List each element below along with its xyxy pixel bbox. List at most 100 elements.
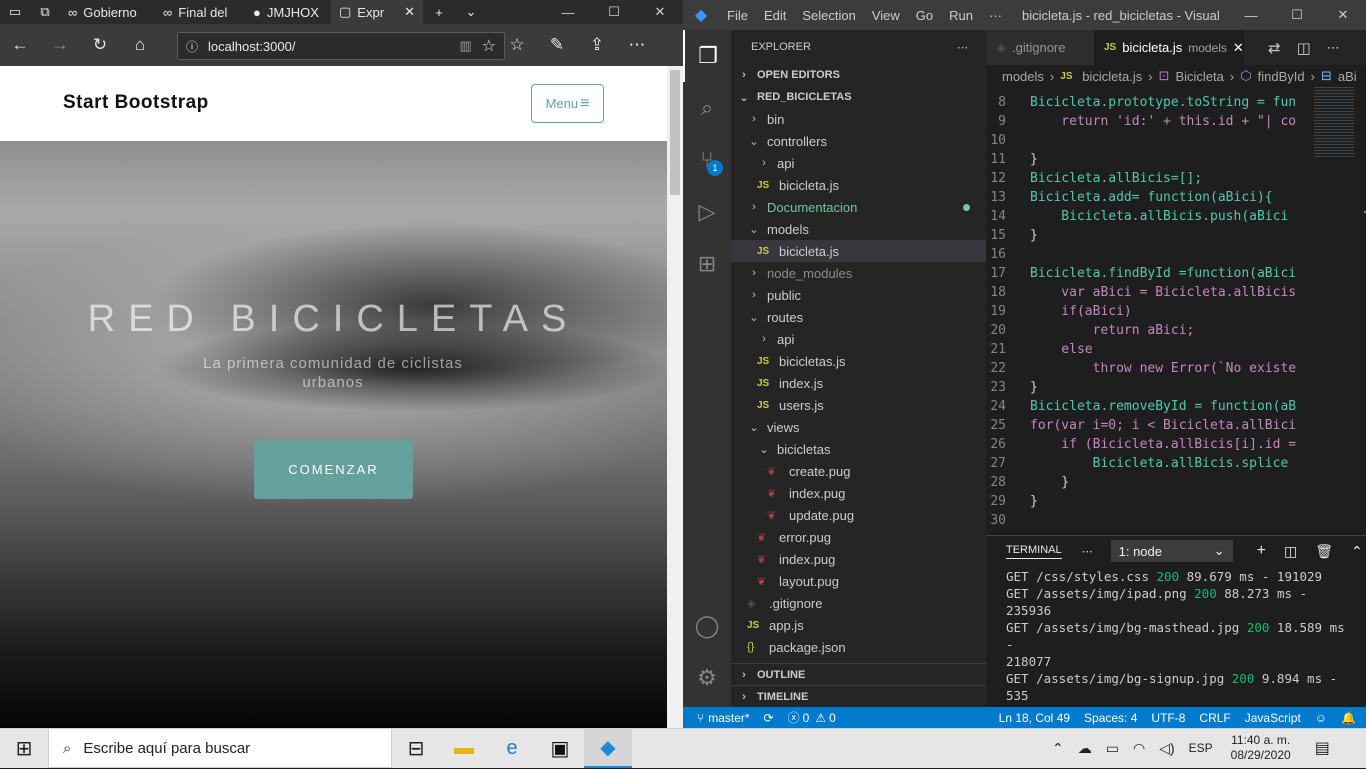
tree-item[interactable]: › Documentacion: [731, 196, 986, 218]
share-icon[interactable]: ⇪: [577, 24, 617, 66]
vs-minimize-button[interactable]: —: [1228, 3, 1274, 27]
minimap[interactable]: [1308, 87, 1366, 527]
encoding[interactable]: UTF-8: [1151, 711, 1185, 725]
tab-bicicleta-js[interactable]: JS bicicleta.js models ✕: [1094, 30, 1244, 65]
browser-tab-active[interactable]: ▢ Expr ✕: [331, 0, 423, 24]
battery-icon[interactable]: ▭: [1106, 740, 1119, 757]
sync-icon[interactable]: ⟳: [764, 711, 774, 725]
tab-actions-button[interactable]: ▭: [0, 0, 30, 24]
star-icon[interactable]: ☆: [482, 36, 496, 56]
editor-more-icon[interactable]: ⋯: [1327, 40, 1340, 56]
chevron-up-icon[interactable]: ⌃: [1052, 740, 1064, 757]
tree-item[interactable]: ❦ layout.pug: [731, 570, 986, 592]
tree-item[interactable]: ◈ .gitignore: [731, 592, 986, 614]
extensions-icon[interactable]: ⊞: [683, 238, 731, 290]
panel-more-icon[interactable]: ⋯: [1082, 545, 1093, 558]
cursor-position[interactable]: Ln 18, Col 49: [999, 711, 1070, 725]
menu-view[interactable]: View: [864, 0, 908, 30]
task-view-icon[interactable]: ⊟: [392, 728, 440, 768]
cta-button[interactable]: COMENZAR: [254, 440, 413, 499]
pen-icon[interactable]: ✎: [537, 24, 577, 66]
cloud-icon[interactable]: ☁: [1078, 740, 1092, 757]
tree-item[interactable]: › node_modules: [731, 262, 986, 284]
tree-item[interactable]: ⌄ models: [731, 218, 986, 240]
terminal-select[interactable]: 1: node ⌄: [1110, 540, 1233, 562]
tab-back-button[interactable]: ⧉: [30, 0, 60, 24]
tree-item[interactable]: ⌄ controllers: [731, 130, 986, 152]
tree-item[interactable]: ❦ update.pug: [731, 504, 986, 526]
tree-item[interactable]: ⌄ bicicletas: [731, 438, 986, 460]
tree-item[interactable]: › public: [731, 284, 986, 306]
tree-item[interactable]: ❦ index.pug: [731, 548, 986, 570]
back-arrow-icon[interactable]: ←: [0, 24, 40, 66]
tab-gitignore[interactable]: ◈ .gitignore: [986, 30, 1094, 65]
taskbar-search[interactable]: ⌕ Escribe aquí para buscar: [48, 728, 392, 768]
language-indicator[interactable]: ESP: [1189, 741, 1213, 755]
compare-icon[interactable]: ⇄: [1268, 39, 1281, 57]
menu-selection[interactable]: Selection: [794, 0, 863, 30]
close-icon[interactable]: ✕: [1233, 40, 1244, 56]
close-button[interactable]: ✕: [637, 0, 683, 24]
indentation[interactable]: Spaces: 4: [1084, 711, 1137, 725]
tree-item[interactable]: ❦ index.pug: [731, 482, 986, 504]
terminal-tab[interactable]: TERMINAL: [1006, 544, 1062, 559]
tree-item[interactable]: JS users.js: [731, 394, 986, 416]
tree-item[interactable]: {} package.json: [731, 636, 986, 658]
code-editor[interactable]: 8 Bicicleta.prototype.toString = fun 9 ret…: [986, 95, 1306, 535]
refresh-icon[interactable]: ↻: [80, 24, 120, 66]
vscode-taskbar-icon[interactable]: ◆: [584, 728, 632, 768]
minimize-button[interactable]: —: [545, 0, 591, 24]
browser-tab-gobierno[interactable]: ∞ Gobierno: [60, 0, 155, 24]
breadcrumb-item[interactable]: aBi: [1338, 69, 1357, 84]
tree-item[interactable]: JS bicicleta.js: [731, 174, 986, 196]
breadcrumb-item[interactable]: Bicicleta: [1175, 69, 1223, 84]
outline-section[interactable]: › OUTLINE: [731, 663, 986, 685]
reading-view-icon[interactable]: ▥: [459, 38, 471, 54]
address-bar[interactable]: ⓘ localhost:3000/ ▥ ☆: [177, 32, 505, 60]
tree-item[interactable]: JS index.js: [731, 372, 986, 394]
search-icon[interactable]: ⌕: [683, 82, 731, 134]
windows-start-icon[interactable]: ⊞: [0, 729, 48, 769]
browser-tab-jmjhox[interactable]: ● JMJHOX: [245, 0, 331, 24]
branch-label[interactable]: master*: [708, 711, 749, 725]
new-tab-button[interactable]: +: [423, 0, 455, 24]
tree-item[interactable]: ❦ create.pug: [731, 460, 986, 482]
tree-item[interactable]: JS app.js: [731, 614, 986, 636]
split-terminal-icon[interactable]: ◫: [1284, 543, 1297, 560]
volume-icon[interactable]: ◁): [1159, 740, 1174, 757]
close-tab-icon[interactable]: ✕: [404, 4, 415, 20]
menu-more[interactable]: ···: [981, 0, 1010, 30]
tree-item[interactable]: JS bicicleta.js: [731, 240, 986, 262]
trash-icon[interactable]: 🗑: [1315, 543, 1333, 560]
bell-icon[interactable]: 🔔: [1341, 711, 1356, 725]
explorer-icon[interactable]: ❐: [683, 30, 731, 82]
warning-count[interactable]: 0: [829, 711, 836, 725]
feedback-icon[interactable]: ☺: [1315, 711, 1327, 725]
browser-tab-final[interactable]: ∞ Final del: [155, 0, 245, 24]
tree-item[interactable]: ⌄ routes: [731, 306, 986, 328]
breadcrumb-item[interactable]: bicicleta.js: [1082, 69, 1142, 84]
tree-item[interactable]: › bin: [731, 108, 986, 130]
open-editors-section[interactable]: › OPEN EDITORS: [731, 64, 986, 86]
source-control-icon[interactable]: ⑂ 1: [683, 134, 731, 186]
explorer-more-icon[interactable]: ⋯: [957, 41, 968, 54]
tree-item[interactable]: › api: [731, 152, 986, 174]
wifi-icon[interactable]: ◠: [1133, 740, 1145, 757]
forward-arrow-icon[interactable]: →: [40, 24, 80, 66]
breadcrumb-item[interactable]: findById: [1258, 69, 1305, 84]
account-icon[interactable]: ◯: [683, 600, 731, 652]
menu-file[interactable]: File: [719, 0, 756, 30]
tree-item[interactable]: › api: [731, 328, 986, 350]
maximize-panel-icon[interactable]: ⌃: [1351, 543, 1363, 560]
language-mode[interactable]: JavaScript: [1245, 711, 1301, 725]
more-icon[interactable]: ⋯: [617, 24, 657, 66]
split-editor-icon[interactable]: ◫: [1297, 39, 1311, 57]
home-icon[interactable]: ⌂: [120, 24, 160, 66]
file-explorer-icon[interactable]: ▬: [440, 728, 488, 768]
navbar-brand[interactable]: Start Bootstrap: [63, 92, 209, 114]
tree-item[interactable]: JS bicicletas.js: [731, 350, 986, 372]
tab-list-chevron-icon[interactable]: ⌄: [455, 0, 487, 24]
terminal-icon[interactable]: ▣: [536, 728, 584, 768]
maximize-button[interactable]: ☐: [591, 0, 637, 24]
error-count[interactable]: 0: [803, 711, 810, 725]
